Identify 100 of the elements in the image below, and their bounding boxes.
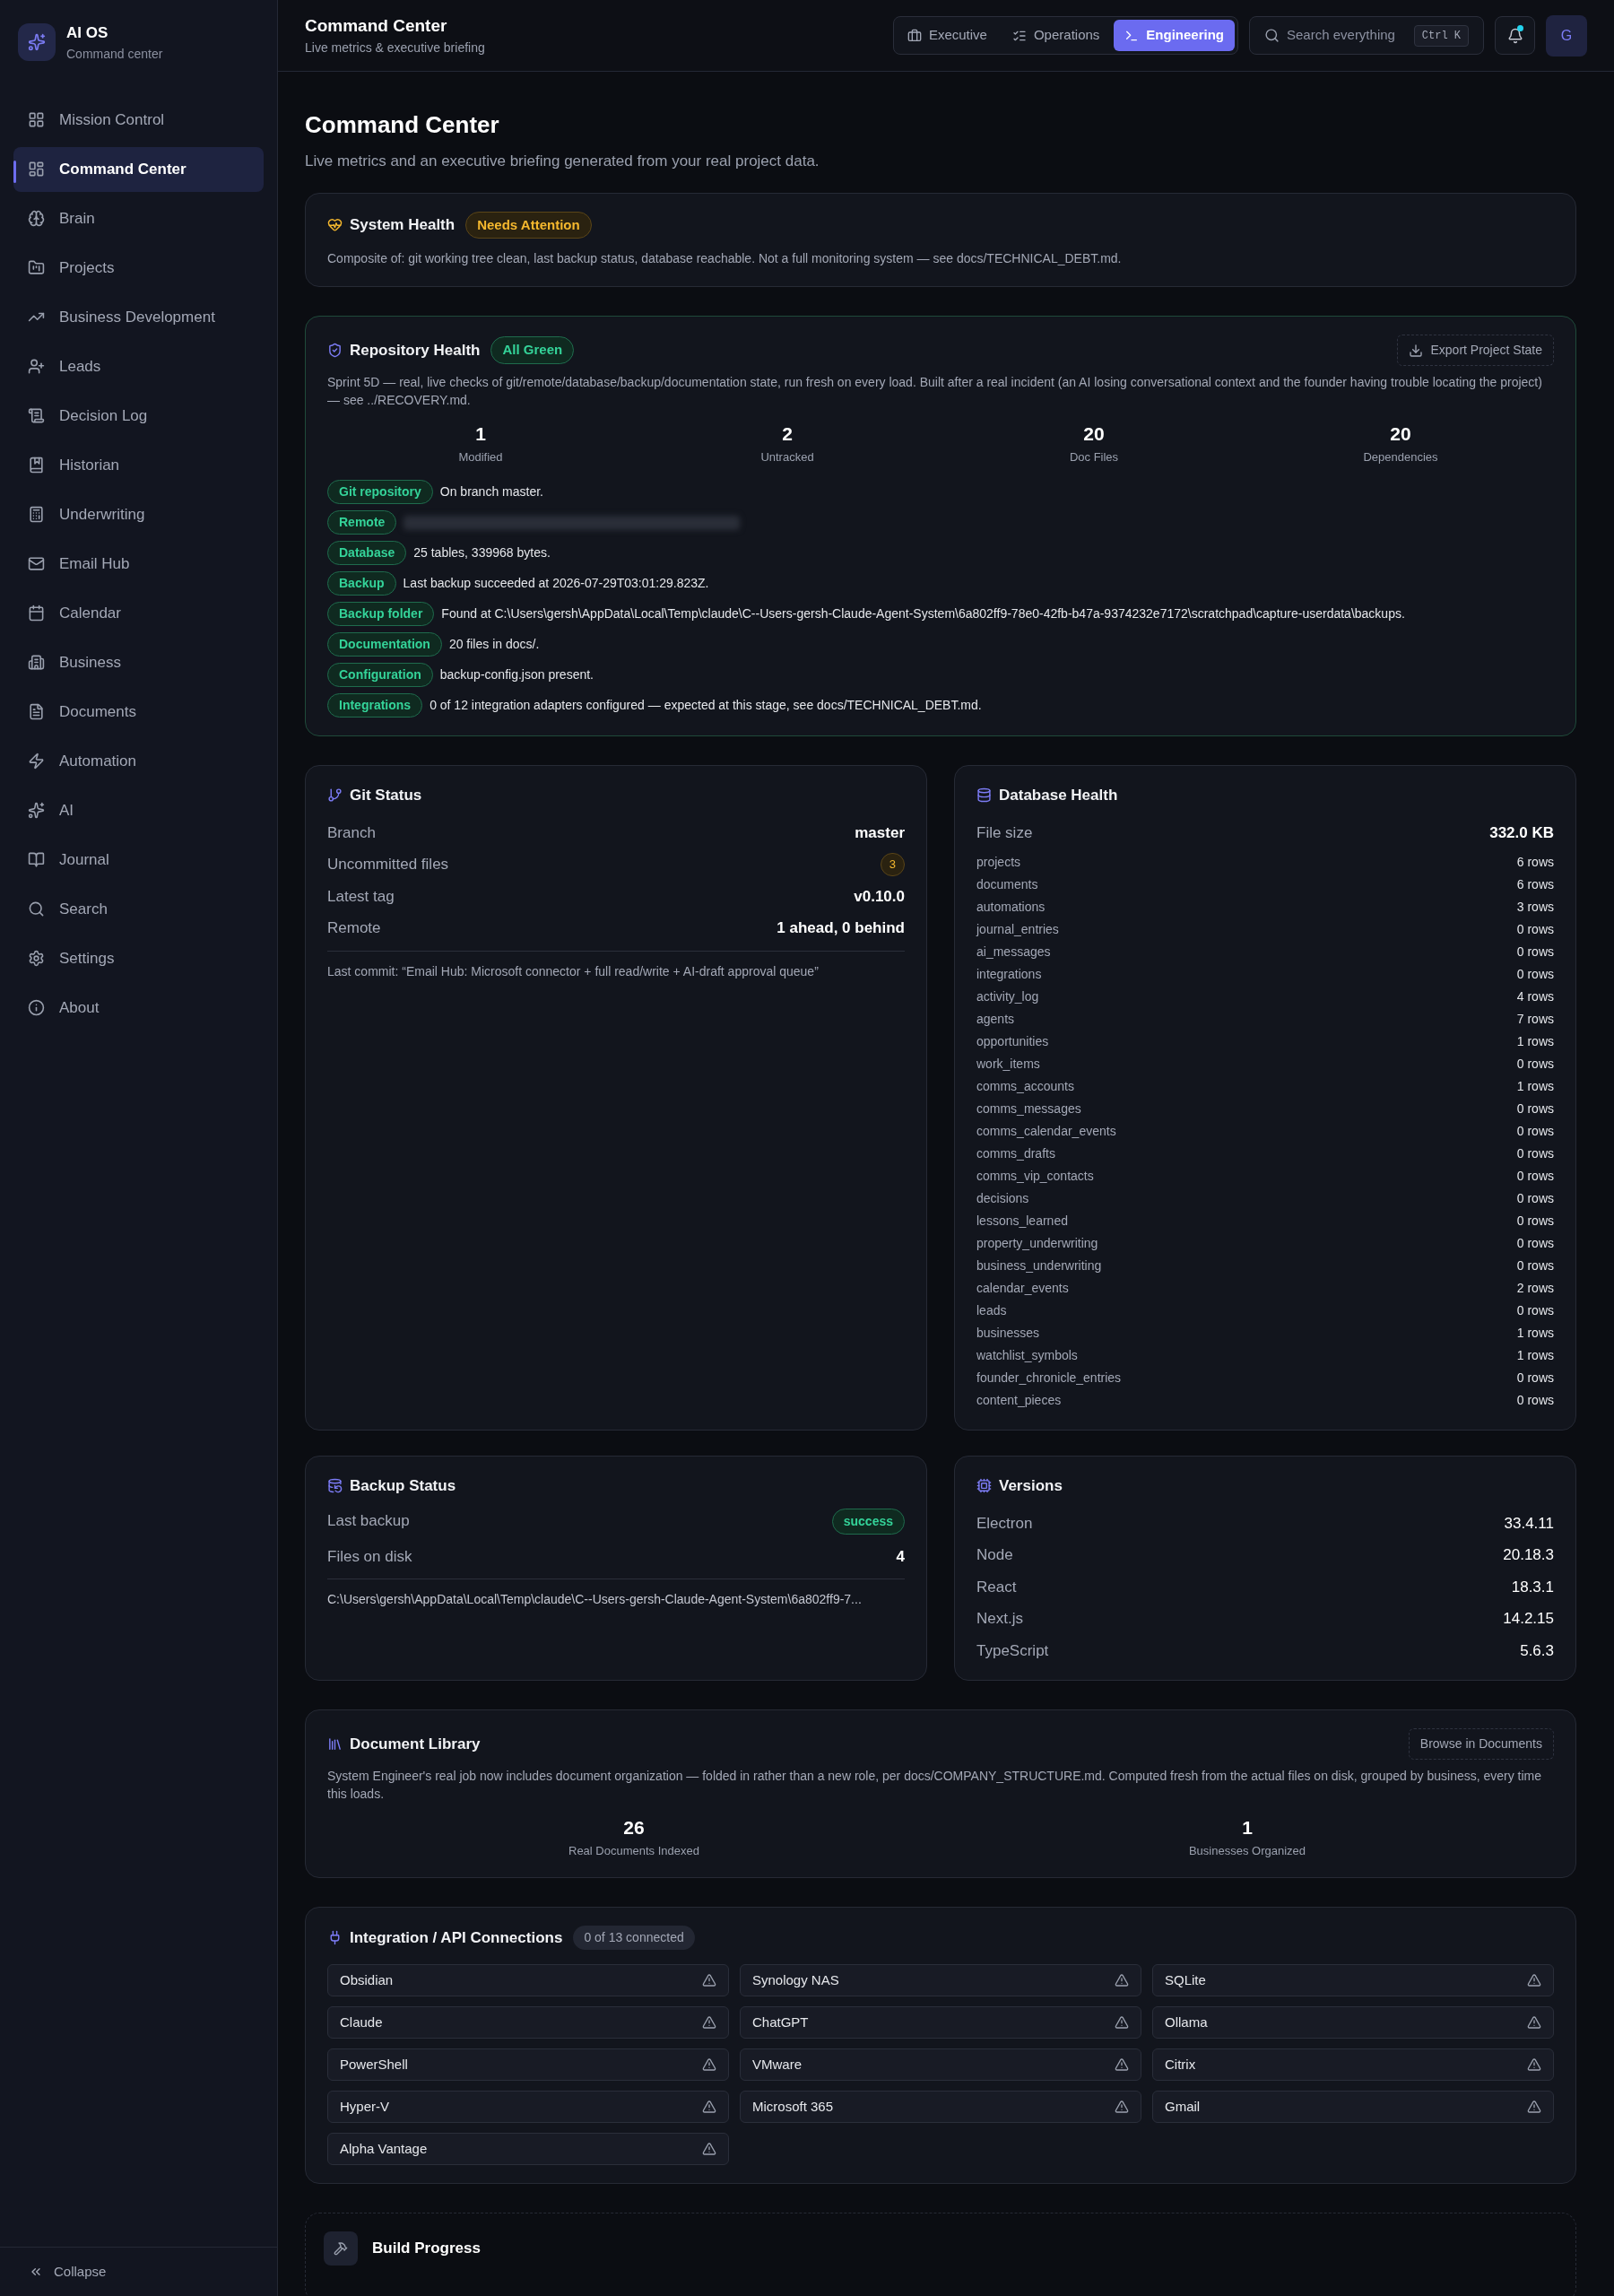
sidebar-item[interactable]: Leads bbox=[13, 344, 264, 389]
sidebar-item[interactable]: Underwriting bbox=[13, 491, 264, 537]
check-text: 0 of 12 integration adapters configured — expected at this stage, see docs/TECHNICAL_DEBT.md. bbox=[430, 697, 982, 714]
row-label: Last backup bbox=[327, 1511, 410, 1532]
table-name: lessons_learned bbox=[976, 1213, 1068, 1230]
hammer-icon bbox=[324, 2231, 358, 2266]
stat-label: Dependencies bbox=[1363, 448, 1438, 465]
row-count: 1 rows bbox=[1516, 1033, 1554, 1050]
check-tag: Documentation bbox=[327, 632, 442, 657]
sparkles-icon bbox=[28, 802, 45, 819]
row-label: Next.js bbox=[976, 1609, 1023, 1629]
export-button[interactable]: Export Project State bbox=[1397, 335, 1554, 366]
integration-item[interactable]: Hyper-V bbox=[327, 2091, 729, 2123]
row-value: 1 ahead, 0 behind bbox=[777, 918, 905, 938]
sidebar-item[interactable]: Calendar bbox=[13, 590, 264, 636]
sidebar-item[interactable]: About bbox=[13, 985, 264, 1031]
sidebar-item[interactable]: Brain bbox=[13, 196, 264, 241]
table-name: comms_calendar_events bbox=[976, 1123, 1116, 1140]
shortcut-key: Ctrl K bbox=[1413, 24, 1469, 47]
integration-item[interactable]: SQLite bbox=[1152, 1964, 1554, 1996]
integration-item[interactable]: Obsidian bbox=[327, 1964, 729, 1996]
integration-item[interactable]: Alpha Vantage bbox=[327, 2133, 729, 2165]
sidebar-item[interactable]: Search bbox=[13, 886, 264, 932]
table-name: agents bbox=[976, 1011, 1015, 1028]
sidebar-item[interactable]: Documents bbox=[13, 689, 264, 735]
sidebar-item[interactable]: Automation bbox=[13, 738, 264, 784]
stat-label: Real Documents Indexed bbox=[568, 1842, 699, 1859]
info-icon bbox=[28, 999, 45, 1016]
sidebar-item[interactable]: Decision Log bbox=[13, 393, 264, 439]
integration-item[interactable]: PowerShell bbox=[327, 2048, 729, 2081]
row-count: 1 rows bbox=[1516, 1347, 1554, 1364]
table-name: comms_accounts bbox=[976, 1078, 1074, 1095]
integration-item[interactable]: Gmail bbox=[1152, 2091, 1554, 2123]
settings-icon bbox=[28, 950, 45, 967]
row-value: 332.0 KB bbox=[1489, 822, 1554, 843]
sidebar-item[interactable]: Business bbox=[13, 639, 264, 685]
card-title: Versions bbox=[999, 1476, 1063, 1496]
row-count: 0 rows bbox=[1516, 966, 1554, 983]
sidebar-item[interactable]: Settings bbox=[13, 935, 264, 981]
row-count: 0 rows bbox=[1516, 1100, 1554, 1118]
row-value: master bbox=[855, 822, 905, 843]
avatar-button[interactable]: G bbox=[1546, 14, 1587, 57]
stat-value: 1 bbox=[1242, 1816, 1253, 1839]
view-tab[interactable]: Executive bbox=[896, 20, 998, 51]
table-name: comms_messages bbox=[976, 1100, 1081, 1118]
search-field[interactable]: Search everything Ctrl K bbox=[1249, 16, 1484, 55]
card-title: System Health bbox=[350, 215, 456, 235]
integration-item[interactable]: VMware bbox=[740, 2048, 1141, 2081]
browse-button[interactable]: Browse in Documents bbox=[1408, 1728, 1554, 1760]
mail-icon bbox=[28, 555, 45, 572]
row-value: 4 bbox=[896, 1546, 905, 1567]
row-label: Files on disk bbox=[327, 1546, 412, 1567]
integration-item[interactable]: Citrix bbox=[1152, 2048, 1554, 2081]
sidebar-item[interactable]: Journal bbox=[13, 837, 264, 883]
collapse-button[interactable]: Collapse bbox=[29, 2261, 107, 2282]
sidebar-item[interactable]: Historian bbox=[13, 442, 264, 488]
card-title: Build Progress bbox=[372, 2239, 481, 2259]
sidebar-item[interactable]: Command Center bbox=[13, 146, 264, 192]
view-tab[interactable]: Engineering bbox=[1114, 20, 1235, 51]
row-count: 2 rows bbox=[1516, 1280, 1554, 1297]
page-title: Command Center bbox=[305, 110, 500, 140]
table-name: watchlist_symbols bbox=[976, 1347, 1078, 1364]
status-badge: All Green bbox=[490, 336, 575, 364]
row-count: 0 rows bbox=[1516, 1392, 1554, 1409]
search-icon bbox=[1264, 28, 1280, 43]
table-name: automations bbox=[976, 899, 1046, 916]
row-label: Branch bbox=[327, 822, 376, 843]
document-icon bbox=[28, 703, 45, 720]
library-icon bbox=[327, 1736, 343, 1752]
sidebar-item[interactable]: Projects bbox=[13, 245, 264, 291]
integration-item[interactable]: Microsoft 365 bbox=[740, 2091, 1141, 2123]
check-tag: Backup bbox=[327, 571, 396, 596]
header-title: Command Center bbox=[305, 14, 448, 37]
row-label: Node bbox=[976, 1545, 1013, 1565]
row-value: v0.10.0 bbox=[854, 886, 905, 907]
integration-item[interactable]: Claude bbox=[327, 2006, 729, 2039]
row-value: 20.18.3 bbox=[1503, 1545, 1554, 1565]
stat-value: 2 bbox=[782, 422, 793, 446]
row-count: 0 rows bbox=[1516, 1213, 1554, 1230]
notifications-button[interactable] bbox=[1495, 16, 1535, 55]
sidebar-item[interactable]: Mission Control bbox=[13, 97, 264, 143]
row-value: 18.3.1 bbox=[1511, 1577, 1554, 1597]
card-title: Integration / API Connections bbox=[350, 1927, 563, 1948]
row-count: 6 rows bbox=[1516, 876, 1554, 893]
row-count: 0 rows bbox=[1516, 1190, 1554, 1207]
row-count: 0 rows bbox=[1516, 1302, 1554, 1319]
sidebar-item[interactable]: AI bbox=[13, 787, 264, 833]
sidebar-item[interactable]: Business Development bbox=[13, 294, 264, 340]
sidebar-item[interactable]: Email Hub bbox=[13, 541, 264, 587]
chip-icon bbox=[976, 1478, 992, 1494]
integration-item[interactable]: Synology NAS bbox=[740, 1964, 1141, 1996]
row-value: 33.4.11 bbox=[1504, 1513, 1554, 1534]
integration-item[interactable]: ChatGPT bbox=[740, 2006, 1141, 2039]
row-label: React bbox=[976, 1577, 1017, 1597]
git-branch-icon bbox=[327, 787, 343, 804]
integration-item[interactable]: Ollama bbox=[1152, 2006, 1554, 2039]
stat-value: 20 bbox=[1083, 422, 1105, 446]
card-description: System Engineer's real job now includes document organization — folded in rather than a new role, per docs/COMPANY_STRUCTURE.md. Computed fresh from the actual files on disk, grouped by business, every time this loads. bbox=[327, 1768, 1543, 1803]
table-name: opportunities bbox=[976, 1033, 1049, 1050]
view-tab[interactable]: Operations bbox=[1001, 20, 1111, 51]
